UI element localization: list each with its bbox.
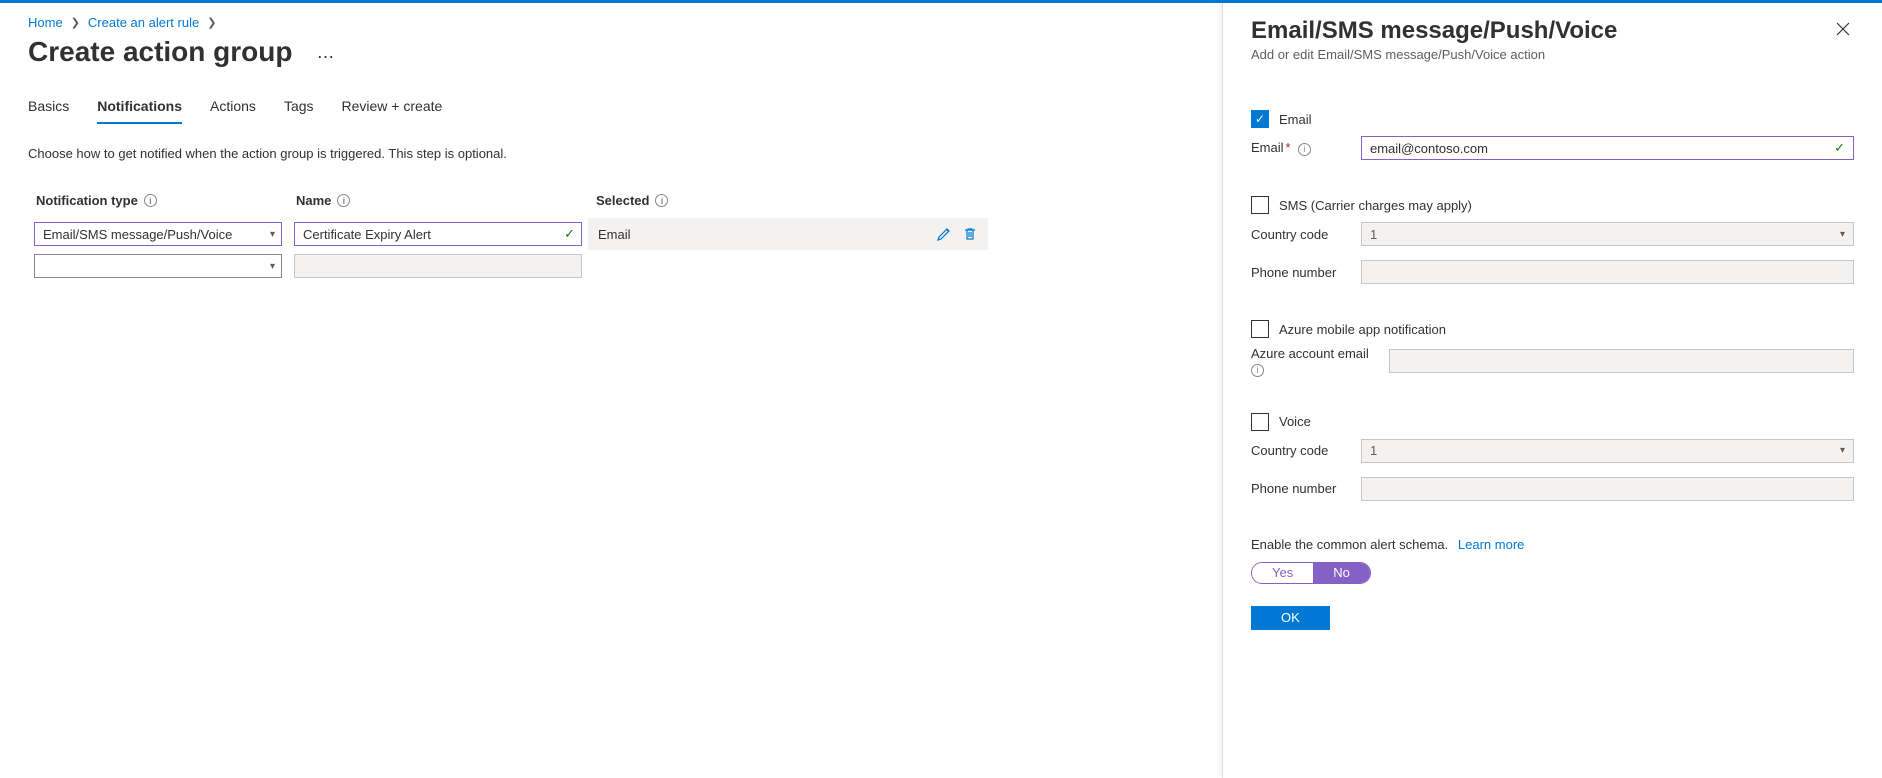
info-icon[interactable]: i bbox=[144, 194, 157, 207]
panel-subtitle: Add or edit Email/SMS message/Push/Voice… bbox=[1251, 47, 1617, 62]
tab-actions[interactable]: Actions bbox=[210, 98, 256, 124]
voice-section: Voice Country code 1 ▾ Phone number bbox=[1251, 413, 1854, 501]
chevron-right-icon: ❯ bbox=[207, 16, 216, 29]
learn-more-link[interactable]: Learn more bbox=[1458, 537, 1524, 552]
schema-toggle-yes[interactable]: Yes bbox=[1252, 563, 1313, 583]
email-input[interactable]: email@contoso.com ✓ bbox=[1361, 136, 1854, 160]
azure-email-label: Azure account email i bbox=[1251, 346, 1379, 377]
sms-phone-label: Phone number bbox=[1251, 265, 1351, 280]
panel-title: Email/SMS message/Push/Voice bbox=[1251, 17, 1617, 45]
ok-button[interactable]: OK bbox=[1251, 606, 1330, 630]
sms-section: SMS (Carrier charges may apply) Country … bbox=[1251, 196, 1854, 284]
voice-phone-label: Phone number bbox=[1251, 481, 1351, 496]
column-header-name-label: Name bbox=[296, 193, 331, 208]
email-section: ✓ Email Email* i email@contoso.com ✓ bbox=[1251, 110, 1854, 160]
schema-toggle-no[interactable]: No bbox=[1313, 563, 1370, 583]
notification-type-value: Email/SMS message/Push/Voice bbox=[43, 227, 232, 242]
notification-name-input[interactable]: Certificate Expiry Alert ✓ bbox=[294, 222, 582, 246]
column-header-name: Name i bbox=[288, 187, 588, 218]
column-header-type-label: Notification type bbox=[36, 193, 138, 208]
voice-country-code-label: Country code bbox=[1251, 443, 1351, 458]
tab-basics[interactable]: Basics bbox=[28, 98, 69, 124]
notification-name-input-disabled bbox=[294, 254, 582, 278]
sms-checkbox-label: SMS (Carrier charges may apply) bbox=[1279, 198, 1472, 213]
selected-value: Email bbox=[594, 227, 631, 242]
checkmark-icon: ✓ bbox=[1834, 140, 1845, 156]
notification-name-value: Certificate Expiry Alert bbox=[303, 227, 431, 242]
info-icon[interactable]: i bbox=[337, 194, 350, 207]
tab-notifications[interactable]: Notifications bbox=[97, 98, 182, 124]
email-input-value: email@contoso.com bbox=[1370, 141, 1488, 156]
notification-type-dropdown[interactable]: Email/SMS message/Push/Voice ▾ bbox=[34, 222, 282, 246]
sms-country-code-dropdown[interactable]: 1 ▾ bbox=[1361, 222, 1854, 246]
column-header-selected-label: Selected bbox=[596, 193, 649, 208]
sms-country-code-value: 1 bbox=[1370, 227, 1377, 242]
voice-phone-input[interactable] bbox=[1361, 477, 1854, 501]
chevron-down-icon: ▾ bbox=[1840, 445, 1845, 456]
email-checkbox[interactable]: ✓ bbox=[1251, 110, 1269, 128]
info-icon[interactable]: i bbox=[655, 194, 668, 207]
push-section: Azure mobile app notification Azure acco… bbox=[1251, 320, 1854, 377]
chevron-down-icon: ▾ bbox=[1840, 229, 1845, 240]
notifications-table: Notification type i Name i Selected i Em… bbox=[28, 187, 988, 282]
info-icon[interactable]: i bbox=[1298, 143, 1311, 156]
chevron-right-icon: ❯ bbox=[71, 16, 80, 29]
info-icon[interactable]: i bbox=[1251, 364, 1264, 377]
column-header-type: Notification type i bbox=[28, 187, 288, 218]
push-checkbox[interactable] bbox=[1251, 320, 1269, 338]
country-code-label: Country code bbox=[1251, 227, 1351, 242]
pencil-icon bbox=[936, 226, 952, 242]
email-checkbox-label: Email bbox=[1279, 112, 1312, 127]
breadcrumb-create-alert-rule[interactable]: Create an alert rule bbox=[88, 15, 199, 30]
trash-icon bbox=[962, 226, 978, 242]
edit-button[interactable] bbox=[936, 226, 952, 242]
delete-button[interactable] bbox=[962, 226, 978, 242]
notification-type-dropdown-empty[interactable]: ▾ bbox=[34, 254, 282, 278]
side-panel: Email/SMS message/Push/Voice Add or edit… bbox=[1222, 3, 1882, 778]
checkmark-icon: ✓ bbox=[564, 226, 575, 242]
email-field-label: Email* i bbox=[1251, 140, 1351, 156]
close-icon bbox=[1836, 22, 1850, 36]
more-menu-button[interactable]: … bbox=[310, 38, 341, 67]
schema-label: Enable the common alert schema. Learn mo… bbox=[1251, 537, 1854, 552]
tab-tags[interactable]: Tags bbox=[284, 98, 314, 124]
voice-country-code-dropdown[interactable]: 1 ▾ bbox=[1361, 439, 1854, 463]
chevron-down-icon: ▾ bbox=[270, 229, 275, 240]
voice-checkbox-label: Voice bbox=[1279, 414, 1311, 429]
voice-checkbox[interactable] bbox=[1251, 413, 1269, 431]
column-header-actions bbox=[898, 187, 988, 218]
sms-checkbox[interactable] bbox=[1251, 196, 1269, 214]
push-checkbox-label: Azure mobile app notification bbox=[1279, 322, 1446, 337]
chevron-down-icon: ▾ bbox=[270, 261, 275, 272]
schema-toggle[interactable]: Yes No bbox=[1251, 562, 1371, 584]
azure-account-email-input[interactable] bbox=[1389, 349, 1854, 373]
selected-cell: Email bbox=[588, 218, 898, 250]
tab-review-create[interactable]: Review + create bbox=[342, 98, 443, 124]
page-title: Create action group bbox=[28, 36, 292, 68]
breadcrumb-home[interactable]: Home bbox=[28, 15, 63, 30]
column-header-selected: Selected i bbox=[588, 187, 898, 218]
sms-phone-input[interactable] bbox=[1361, 260, 1854, 284]
voice-country-code-value: 1 bbox=[1370, 443, 1377, 458]
close-button[interactable] bbox=[1832, 17, 1854, 43]
